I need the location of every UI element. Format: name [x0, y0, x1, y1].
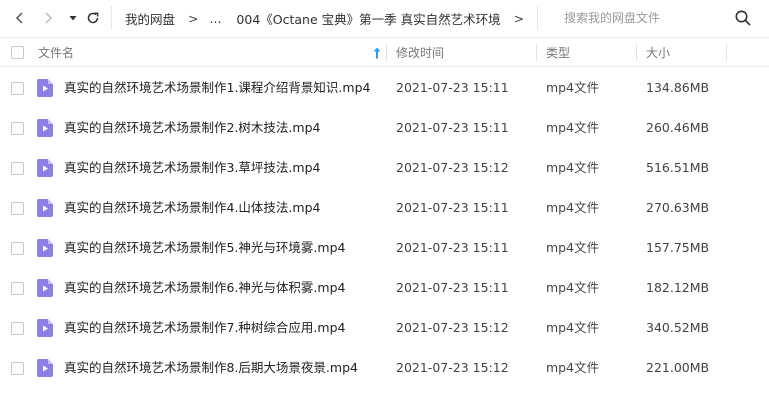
column-type-header[interactable]: 类型 — [546, 38, 570, 67]
row-checkbox[interactable] — [11, 162, 24, 175]
column-divider[interactable] — [636, 44, 637, 61]
file-type: mp4文件 — [546, 280, 600, 295]
file-name[interactable]: 真实的自然环境艺术场景制作6.神光与体积雾.mp4 — [64, 268, 345, 308]
file-name[interactable]: 真实的自然环境艺术场景制作1.课程介绍背景知识.mp4 — [64, 68, 370, 108]
arrow-up-icon[interactable] — [371, 46, 383, 60]
file-name[interactable]: 真实的自然环境艺术场景制作3.草坪技法.mp4 — [64, 148, 320, 188]
file-modified-time: 2021-07-23 15:11 — [396, 120, 509, 135]
table-row[interactable]: 真实的自然环境艺术场景制作2.树木技法.mp4 2021-07-23 15:11… — [0, 108, 769, 148]
column-divider[interactable] — [386, 44, 387, 61]
file-modified-time: 2021-07-23 15:11 — [396, 80, 509, 95]
file-type: mp4文件 — [546, 240, 600, 255]
file-name[interactable]: 真实的自然环境艺术场景制作4.山体技法.mp4 — [64, 188, 320, 228]
column-header: 文件名 修改时间 类型 大小 — [0, 37, 769, 67]
file-type: mp4文件 — [546, 160, 600, 175]
refresh-icon[interactable] — [83, 8, 103, 28]
video-file-icon — [37, 79, 53, 97]
file-size: 157.75MB — [646, 240, 710, 255]
table-row[interactable]: 真实的自然环境艺术场景制作5.神光与环境雾.mp4 2021-07-23 15:… — [0, 228, 769, 268]
file-modified-time: 2021-07-23 15:12 — [396, 320, 509, 335]
column-size-header[interactable]: 大小 — [646, 38, 670, 67]
chevron-left-icon[interactable] — [10, 8, 30, 28]
file-size: 270.63MB — [646, 200, 710, 215]
file-size: 134.86MB — [646, 80, 710, 95]
breadcrumb-root[interactable]: 我的网盘 — [125, 9, 175, 28]
file-name[interactable]: 真实的自然环境艺术场景制作8.后期大场景夜景.mp4 — [64, 348, 358, 388]
file-name[interactable]: 真实的自然环境艺术场景制作5.神光与环境雾.mp4 — [64, 228, 345, 268]
file-name[interactable]: 真实的自然环境艺术场景制作7.种树综合应用.mp4 — [64, 308, 345, 348]
video-file-icon — [37, 119, 53, 137]
file-type: mp4文件 — [546, 320, 600, 335]
file-modified-time: 2021-07-23 15:11 — [396, 280, 509, 295]
video-file-icon — [37, 359, 53, 377]
breadcrumb: 我的网盘 > ... 004《Octane 宝典》第一季 真实自然艺术环境 > — [125, 0, 535, 36]
row-checkbox[interactable] — [11, 202, 24, 215]
table-row[interactable]: 真实的自然环境艺术场景制作3.草坪技法.mp4 2021-07-23 15:12… — [0, 148, 769, 188]
search-icon[interactable] — [734, 9, 752, 27]
breadcrumb-separator: > — [188, 10, 199, 26]
video-file-icon — [37, 279, 53, 297]
chevron-right-icon[interactable] — [38, 8, 58, 28]
file-modified-time: 2021-07-23 15:12 — [396, 160, 509, 175]
file-modified-time: 2021-07-23 15:11 — [396, 200, 509, 215]
divider — [537, 6, 538, 30]
row-checkbox[interactable] — [11, 362, 24, 375]
file-type: mp4文件 — [546, 120, 600, 135]
video-file-icon — [37, 239, 53, 257]
file-size: 260.46MB — [646, 120, 710, 135]
row-checkbox[interactable] — [11, 322, 24, 335]
row-checkbox[interactable] — [11, 122, 24, 135]
column-name-header[interactable]: 文件名 — [38, 38, 74, 67]
table-row[interactable]: 真实的自然环境艺术场景制作4.山体技法.mp4 2021-07-23 15:11… — [0, 188, 769, 228]
file-size: 516.51MB — [646, 160, 710, 175]
video-file-icon — [37, 159, 53, 177]
file-type: mp4文件 — [546, 80, 600, 95]
file-type: mp4文件 — [546, 200, 600, 215]
file-size: 182.12MB — [646, 280, 710, 295]
file-size: 340.52MB — [646, 320, 710, 335]
row-checkbox[interactable] — [11, 242, 24, 255]
select-all-checkbox[interactable] — [11, 46, 24, 59]
file-type: mp4文件 — [546, 360, 600, 375]
search-box — [548, 6, 769, 30]
column-divider[interactable] — [536, 44, 537, 61]
file-modified-time: 2021-07-23 15:12 — [396, 360, 509, 375]
row-checkbox[interactable] — [11, 282, 24, 295]
breadcrumb-current[interactable]: 004《Octane 宝典》第一季 真实自然艺术环境 — [236, 9, 500, 28]
table-row[interactable]: 真实的自然环境艺术场景制作1.课程介绍背景知识.mp4 2021-07-23 1… — [0, 68, 769, 108]
file-modified-time: 2021-07-23 15:11 — [396, 240, 509, 255]
row-checkbox[interactable] — [11, 82, 24, 95]
table-row[interactable]: 真实的自然环境艺术场景制作8.后期大场景夜景.mp4 2021-07-23 15… — [0, 348, 769, 388]
divider — [111, 6, 112, 30]
column-modified-header[interactable]: 修改时间 — [396, 38, 444, 67]
table-row[interactable]: 真实的自然环境艺术场景制作6.神光与体积雾.mp4 2021-07-23 15:… — [0, 268, 769, 308]
breadcrumb-ellipsis[interactable]: ... — [210, 11, 222, 26]
column-divider[interactable] — [726, 44, 727, 61]
breadcrumb-separator: > — [513, 10, 525, 26]
file-name[interactable]: 真实的自然环境艺术场景制作2.树木技法.mp4 — [64, 108, 320, 148]
file-size: 221.00MB — [646, 360, 710, 375]
video-file-icon — [37, 319, 53, 337]
table-row[interactable]: 真实的自然环境艺术场景制作7.种树综合应用.mp4 2021-07-23 15:… — [0, 308, 769, 348]
search-input[interactable] — [548, 6, 728, 30]
video-file-icon — [37, 199, 53, 217]
top-bar: 我的网盘 > ... 004《Octane 宝典》第一季 真实自然艺术环境 > — [0, 0, 769, 36]
caret-down-icon[interactable] — [63, 8, 83, 28]
